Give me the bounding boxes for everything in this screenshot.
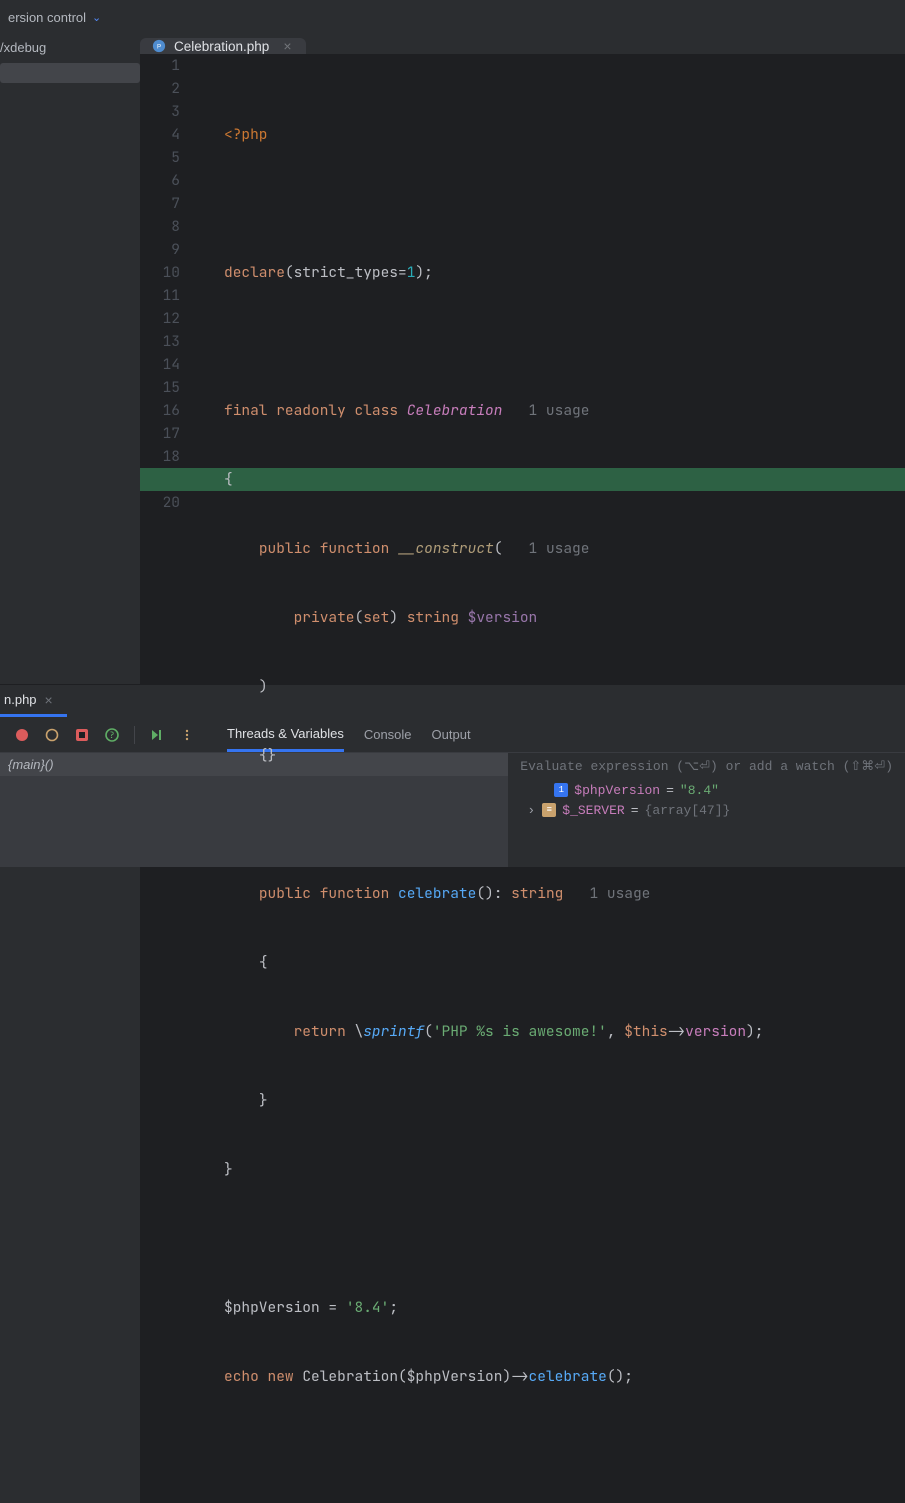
subtab-console[interactable]: Console: [364, 717, 412, 752]
php-file-icon: P: [152, 39, 166, 53]
help-icon[interactable]: ?: [104, 727, 120, 743]
editor-tab-label: Celebration.php: [174, 39, 269, 54]
debug-body: {main}() Evaluate expression (⌥⏎) or add…: [0, 753, 905, 867]
editor-tab-celebration[interactable]: P Celebration.php ×: [140, 38, 306, 54]
project-selected-row[interactable]: [0, 63, 140, 83]
variables-column[interactable]: Evaluate expression (⌥⏎) or add a watch …: [508, 753, 905, 867]
main-area: /xdebug P Celebration.php × 1 2 3 4 5 6 …: [0, 34, 905, 684]
debug-toolbar: ? Threads & Variables Console Output: [0, 717, 905, 753]
variable-phpversion[interactable]: 1 $phpVersion = "8.4": [520, 780, 893, 800]
expand-caret-icon[interactable]: ›: [526, 803, 536, 818]
variable-server[interactable]: › ≡ $_SERVER = {array[47]}: [520, 800, 893, 820]
execution-highlight: [140, 468, 905, 491]
evaluate-input[interactable]: Evaluate expression (⌥⏎) or add a watch …: [520, 759, 893, 774]
frame-icon[interactable]: [74, 727, 90, 743]
version-control-menu[interactable]: ersion control ⌄: [8, 10, 101, 25]
subtab-output[interactable]: Output: [432, 717, 471, 752]
array-badge-icon: ≡: [542, 803, 556, 817]
primitive-badge-icon: 1: [554, 783, 568, 797]
separator: [134, 726, 135, 744]
chevron-down-icon: ⌄: [92, 11, 101, 24]
debug-tab-label: n.php: [4, 692, 37, 707]
resume-icon[interactable]: [149, 727, 165, 743]
subtab-threads[interactable]: Threads & Variables: [227, 717, 344, 752]
stop-icon[interactable]: [14, 727, 30, 743]
more-icon[interactable]: [179, 727, 195, 743]
pause-icon[interactable]: [44, 727, 60, 743]
editor-tab-bar: P Celebration.php ×: [140, 34, 905, 54]
close-icon[interactable]: ×: [45, 692, 53, 708]
svg-text:?: ?: [109, 729, 114, 741]
project-path[interactable]: /xdebug: [0, 34, 140, 61]
stack-frame[interactable]: {main}(): [0, 753, 508, 776]
debug-tabbar: n.php ×: [0, 685, 905, 717]
debug-panel: n.php × ? Threads & Variables Console Ou…: [0, 684, 905, 867]
frames-column[interactable]: {main}(): [0, 753, 508, 867]
project-panel[interactable]: /xdebug: [0, 34, 140, 684]
svg-text:P: P: [157, 44, 161, 51]
version-control-label: ersion control: [8, 10, 86, 25]
close-icon[interactable]: ×: [283, 38, 291, 54]
top-bar: ersion control ⌄: [0, 0, 905, 34]
debug-session-tab[interactable]: n.php ×: [0, 685, 67, 717]
editor-column: P Celebration.php × 1 2 3 4 5 6 7 8 9 10…: [140, 34, 905, 684]
